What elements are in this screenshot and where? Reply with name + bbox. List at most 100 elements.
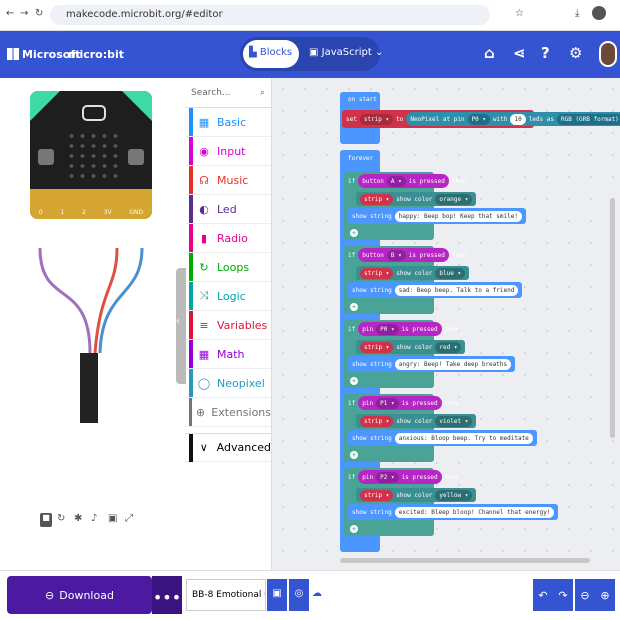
- zoom-in-icon[interactable]: ⊕: [600, 589, 609, 602]
- add-else-icon[interactable]: +: [346, 450, 362, 460]
- project-name-input[interactable]: BB-8 Emotional Compa: [186, 579, 266, 611]
- download-button[interactable]: ⊖ Download: [7, 576, 152, 614]
- gear-icon[interactable]: ⚙: [569, 44, 582, 62]
- pin-dropdown[interactable]: P0 ▾: [467, 113, 491, 125]
- collapse-simulator-handle[interactable]: ‹: [176, 268, 186, 384]
- redo-icon[interactable]: ↷: [558, 589, 567, 602]
- help-icon[interactable]: ?: [541, 44, 550, 62]
- toolbox-category-logic[interactable]: ⤨ Logic: [185, 282, 271, 311]
- show-color-block[interactable]: strip ▾ show color violet ▾: [356, 414, 477, 428]
- button-a[interactable]: [38, 149, 54, 165]
- string-input[interactable]: happy: Beep bop! Keep that smile!: [394, 210, 522, 222]
- tab-blocks[interactable]: ▙ Blocks: [243, 40, 299, 68]
- pin-0[interactable]: 0: [39, 209, 43, 216]
- vertical-scrollbar[interactable]: [610, 198, 615, 438]
- led-count-input[interactable]: 10: [510, 113, 526, 125]
- pin-gnd[interactable]: GND: [129, 209, 143, 216]
- variable-dropdown[interactable]: strip ▾: [359, 113, 394, 125]
- color-dropdown[interactable]: violet ▾: [435, 415, 473, 427]
- strip-dropdown[interactable]: strip ▾: [360, 489, 394, 501]
- show-string-block[interactable]: show string sad: Beep beep. Talk to a fri…: [348, 282, 523, 298]
- toolbox-category-input[interactable]: ◉ Input: [185, 137, 271, 166]
- chevron-down-icon[interactable]: ⌄: [375, 47, 383, 58]
- string-input[interactable]: anxious: Bloop beep. Try to meditate: [394, 432, 533, 444]
- add-else-icon[interactable]: +: [346, 302, 362, 312]
- if-condition[interactable]: if button B ▾ is pressed then: [344, 248, 470, 262]
- add-else-icon[interactable]: +: [346, 228, 362, 238]
- if-condition[interactable]: if button A ▾ is pressed then: [344, 174, 470, 188]
- strip-dropdown[interactable]: strip ▾: [360, 193, 394, 205]
- toolbox-category-basic[interactable]: ▦ Basic: [185, 108, 271, 137]
- share-icon[interactable]: ⋖: [513, 44, 526, 62]
- undo-icon[interactable]: ↶: [538, 589, 547, 602]
- toolbox-advanced[interactable]: ∨ Advanced: [185, 433, 271, 462]
- show-string-block[interactable]: show string angry: Beep! Take deep breath…: [348, 356, 516, 372]
- toolbox-category-led[interactable]: ◐ Led: [185, 195, 271, 224]
- save-icon[interactable]: ▣: [267, 579, 287, 611]
- button-b[interactable]: [128, 149, 144, 165]
- search-icon[interactable]: ⌕: [260, 88, 265, 98]
- condition-dropdown[interactable]: P2 ▾: [376, 471, 399, 483]
- blocks-workspace[interactable]: on start set strip ▾ to NeoPixel at pin P0 ▾ w…: [272, 78, 620, 570]
- show-color-block[interactable]: strip ▾ show color orange ▾: [356, 192, 477, 206]
- pin-3v[interactable]: 3V: [104, 209, 112, 216]
- show-string-block[interactable]: show string happy: Beep bop! Keep that sm…: [348, 208, 526, 224]
- debug-icon[interactable]: ✱: [74, 513, 86, 527]
- if-condition[interactable]: if pin P0 ▾ is pressed then: [344, 322, 463, 336]
- url-bar[interactable]: makecode.microbit.org/#editor: [50, 5, 490, 25]
- color-dropdown[interactable]: orange ▾: [435, 193, 473, 205]
- toolbox-category-extensions[interactable]: ⊕ Extensions: [185, 398, 271, 427]
- more-options-button[interactable]: •••: [152, 576, 182, 614]
- if-condition[interactable]: if pin P2 ▾ is pressed then: [344, 470, 463, 484]
- avatar[interactable]: [599, 41, 617, 67]
- microbit-board[interactable]: 0 1 2 3V GND: [30, 91, 152, 219]
- strip-dropdown[interactable]: strip ▾: [360, 341, 394, 353]
- show-string-block[interactable]: show string excited: Bleep bloop! Channel…: [348, 504, 559, 520]
- show-color-block[interactable]: strip ▾ show color blue ▾: [356, 266, 470, 280]
- toolbox-category-variables[interactable]: ≡ Variables: [185, 311, 271, 340]
- condition-dropdown[interactable]: A ▾: [386, 175, 406, 187]
- condition-dropdown[interactable]: P1 ▾: [376, 397, 399, 409]
- mute-icon[interactable]: ♪: [91, 513, 103, 527]
- pin-1[interactable]: 1: [60, 209, 64, 216]
- add-else-icon[interactable]: +: [346, 524, 362, 534]
- color-dropdown[interactable]: red ▾: [435, 341, 462, 353]
- pin-2[interactable]: 2: [82, 209, 86, 216]
- toolbox-category-neopixel[interactable]: ◯ Neopixel: [185, 369, 271, 398]
- color-dropdown[interactable]: yellow ▾: [435, 489, 473, 501]
- add-else-icon[interactable]: +: [346, 376, 362, 386]
- on-start-label-wrap[interactable]: on start: [344, 94, 381, 104]
- product-label[interactable]: micro:bit: [68, 48, 124, 61]
- string-input[interactable]: sad: Beep beep. Talk to a friend: [394, 284, 519, 296]
- screenshot-icon[interactable]: ▣: [108, 513, 120, 527]
- forever-label-wrap[interactable]: forever: [344, 153, 377, 163]
- forward-icon[interactable]: →: [20, 8, 28, 19]
- set-strip-block[interactable]: set strip ▾ to NeoPixel at pin P0 ▾ with 10 led…: [342, 110, 620, 128]
- strip-dropdown[interactable]: strip ▾: [360, 267, 394, 279]
- profile-avatar[interactable]: [592, 6, 606, 20]
- search-input[interactable]: Search... ⌕: [185, 78, 271, 108]
- restart-icon[interactable]: ↻: [57, 513, 69, 527]
- home-icon[interactable]: ⌂: [484, 44, 495, 62]
- back-icon[interactable]: ←: [6, 8, 14, 19]
- bookmark-icon[interactable]: ☆: [515, 8, 524, 19]
- string-input[interactable]: excited: Bleep bloop! Channel that energ…: [394, 506, 555, 518]
- toolbox-category-music[interactable]: ☊ Music: [185, 166, 271, 195]
- show-color-block[interactable]: strip ▾ show color yellow ▾: [356, 488, 477, 502]
- zoom-out-icon[interactable]: ⊖: [580, 589, 589, 602]
- github-icon[interactable]: ◎: [289, 579, 309, 611]
- download-icon[interactable]: ⤓: [575, 8, 579, 19]
- strip-dropdown[interactable]: strip ▾: [360, 415, 394, 427]
- string-input[interactable]: angry: Beep! Take deep breaths: [394, 358, 512, 370]
- reload-icon[interactable]: ↻: [35, 8, 43, 19]
- color-dropdown[interactable]: blue ▾: [435, 267, 466, 279]
- if-condition[interactable]: if pin P1 ▾ is pressed then: [344, 396, 463, 410]
- show-string-block[interactable]: show string anxious: Bloop beep. Try to m…: [348, 430, 537, 446]
- horizontal-scrollbar[interactable]: [340, 558, 590, 563]
- toolbox-category-radio[interactable]: ▮ Radio: [185, 224, 271, 253]
- toolbox-category-math[interactable]: ▦ Math: [185, 340, 271, 369]
- stop-icon[interactable]: ■: [40, 513, 52, 527]
- condition-dropdown[interactable]: B ▾: [386, 249, 406, 261]
- logo-touch[interactable]: [82, 105, 106, 121]
- tab-javascript[interactable]: ▣ JavaScript ⌄: [305, 40, 387, 65]
